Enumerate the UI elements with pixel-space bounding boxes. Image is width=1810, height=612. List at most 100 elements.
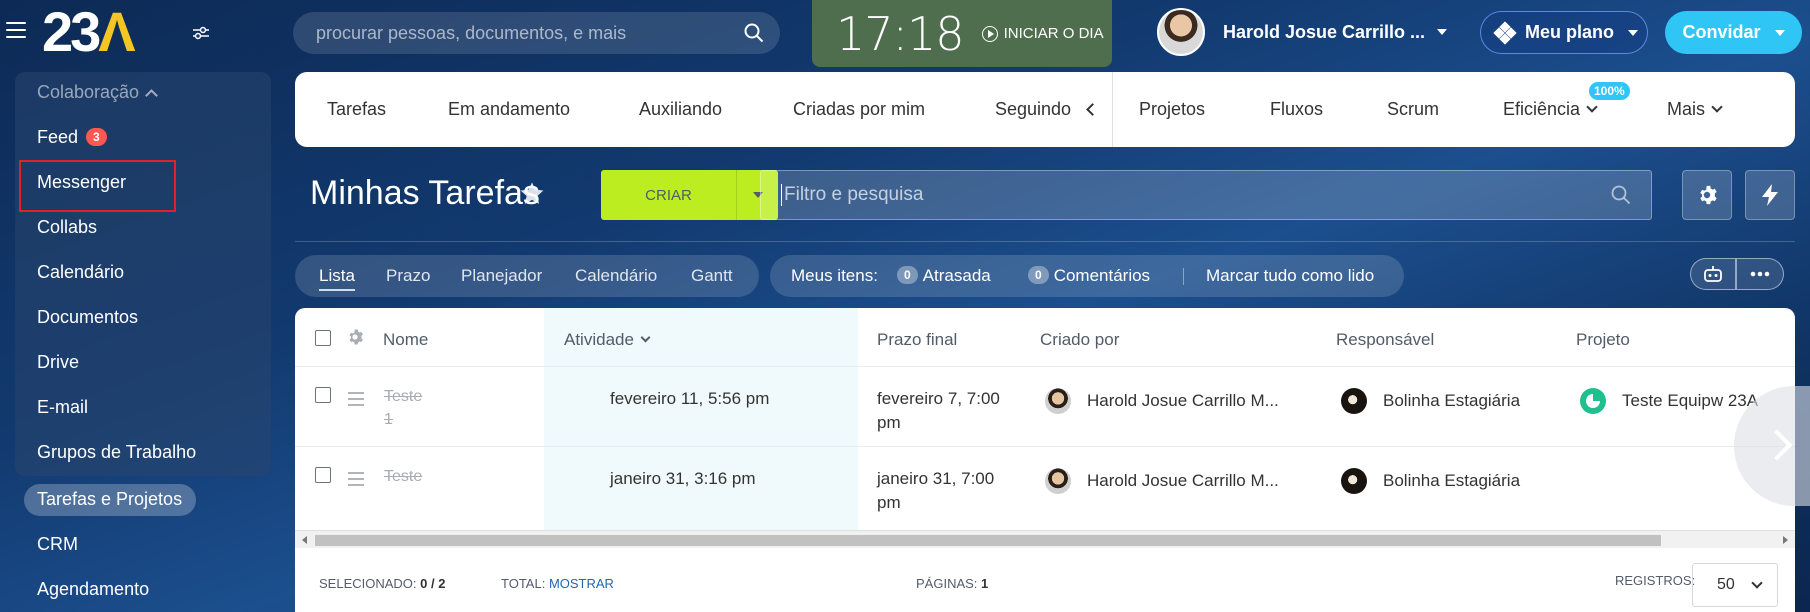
sidebar-group-header[interactable]: Colaboração [37,82,158,103]
scrollbar-thumb[interactable] [315,535,1661,546]
search-icon[interactable] [744,23,764,43]
task-project[interactable]: Teste Equipw 23A [1622,389,1758,413]
tasks-navbar: Tarefas Em andamento Auxiliando Criadas … [295,72,1795,147]
mark-all-read-link[interactable]: Marcar tudo como lido [1206,266,1374,286]
avatar[interactable] [1045,468,1071,494]
drag-handle-icon[interactable] [348,472,364,490]
row-checkbox[interactable] [315,467,331,483]
sidebar-item-tasks-projects[interactable]: Tarefas e Projetos [37,489,182,510]
chevron-down-icon [640,332,651,343]
sidebar-item-crm[interactable]: CRM [37,534,78,555]
records-label: REGISTROS: [1615,573,1696,588]
records-per-page-select[interactable]: 50 [1692,563,1778,607]
global-search[interactable]: procurar pessoas, documentos, e mais [293,12,780,54]
task-activity: fevereiro 11, 5:56 pm [610,389,770,408]
automation-button[interactable] [1745,170,1795,220]
tab-following[interactable]: Seguindo [995,99,1071,120]
tab-tasks[interactable]: Tarefas [327,99,386,120]
tab-flows[interactable]: Fluxos [1270,99,1323,120]
task-name[interactable]: Teste [384,385,422,408]
highlight-annotation [19,160,176,212]
star-icon[interactable] [518,180,546,208]
tab-efficiency[interactable]: Eficiência [1503,99,1598,120]
view-tab-gantt[interactable]: Gantt [691,266,733,286]
row-checkbox[interactable] [315,387,331,403]
tab-projects[interactable]: Projetos [1139,99,1205,120]
clock-time: 17:18 [836,6,965,61]
task-responsible[interactable]: Bolinha Estagiária [1383,389,1520,413]
chevron-down-icon [1751,577,1763,589]
feed-badge: 3 [86,128,107,146]
selected-count: SELECIONADO: 0 / 2 [319,576,446,591]
caret-down-icon [1774,29,1785,36]
task-creator[interactable]: Harold Josue Carrillo M... [1087,469,1279,493]
column-header-deadline[interactable]: Prazo final [877,330,957,350]
workday-clock[interactable]: 17:18 INICIAR O DIA [812,0,1112,67]
tab-scrum[interactable]: Scrum [1387,99,1439,120]
avatar[interactable] [1045,388,1071,414]
global-search-input[interactable]: procurar pessoas, documentos, e mais [316,23,744,44]
column-header-name[interactable]: Nome [383,330,428,350]
invite-button[interactable]: Convidar [1665,11,1802,54]
tab-in-progress[interactable]: Em andamento [448,99,570,120]
task-creator[interactable]: Harold Josue Carrillo M... [1087,389,1279,413]
menu-icon[interactable] [6,22,26,38]
filter-search-input[interactable]: Filtro e pesquisa [760,170,1652,220]
settings-sliders-icon[interactable] [192,26,210,40]
sidebar-item-feed[interactable]: Feed 3 [37,127,107,148]
create-button[interactable]: CRIAR [601,170,778,220]
comments-counter[interactable]: 0 Comentários [1028,266,1150,286]
select-all-checkbox[interactable] [315,330,331,346]
sidebar-item-email[interactable]: E-mail [37,397,88,418]
counters-bar: Meus itens: 0 Atrasada 0 Comentários Marca… [770,255,1404,297]
task-deadline-cont[interactable]: pm [877,411,901,435]
scroll-right-icon[interactable] [1783,536,1788,544]
horizontal-scrollbar[interactable] [295,530,1795,548]
avatar[interactable] [1157,8,1205,56]
task-name[interactable]: Teste [384,465,422,488]
view-tab-deadline[interactable]: Prazo [386,266,430,286]
tab-assisting[interactable]: Auxiliando [639,99,722,120]
app-logo[interactable]: 23Λ [42,2,136,62]
start-day-button[interactable]: INICIAR O DIA [981,25,1104,42]
column-header-responsible[interactable]: Responsável [1336,330,1434,350]
task-responsible[interactable]: Bolinha Estagiária [1383,469,1520,493]
sidebar-item-calendar[interactable]: Calendário [37,262,124,283]
scroll-left-icon[interactable] [302,536,307,544]
counters-label: Meus itens: [791,266,878,285]
sidebar-item-drive[interactable]: Drive [37,352,79,373]
my-plan-button[interactable]: Meu plano [1480,11,1648,54]
column-header-project[interactable]: Projeto [1576,330,1630,350]
view-tab-planner[interactable]: Planejador [461,266,542,286]
project-icon [1580,388,1606,414]
user-menu[interactable]: Harold Josue Carrillo ... [1157,7,1448,57]
search-icon[interactable] [1611,185,1631,205]
task-name-cont[interactable]: 1 [384,408,393,431]
sidebar-item-documents[interactable]: Documentos [37,307,138,328]
play-icon [981,25,998,42]
task-deadline-cont[interactable]: pm [877,491,901,515]
task-deadline[interactable]: janeiro 31, 7:00 [877,467,994,491]
column-header-created-by[interactable]: Criado por [1040,330,1119,350]
sidebar-item-collabs[interactable]: Collabs [37,217,97,238]
overdue-counter[interactable]: 0 Atrasada [897,266,991,286]
tab-more[interactable]: Mais [1667,99,1723,120]
view-tab-calendar[interactable]: Calendário [575,266,657,286]
sidebar-item-workgroups[interactable]: Grupos de Trabalho [37,442,196,463]
gear-icon[interactable] [346,328,364,346]
view-tab-list[interactable]: Lista [319,266,355,291]
more-options-button[interactable] [1736,258,1784,290]
settings-button[interactable] [1682,170,1732,220]
task-deadline[interactable]: fevereiro 7, 7:00 [877,387,1000,411]
avatar[interactable] [1341,388,1367,414]
user-name[interactable]: Harold Josue Carrillo ... [1223,22,1425,43]
tab-created-by-me[interactable]: Criadas por mim [793,99,925,120]
chevron-left-icon[interactable] [1086,103,1099,116]
column-header-activity[interactable]: Atividade [564,330,651,350]
caret-down-icon[interactable] [1437,29,1448,35]
sidebar-item-scheduling[interactable]: Agendamento [37,579,149,600]
drag-handle-icon[interactable] [348,392,364,410]
avatar[interactable] [1341,468,1367,494]
robot-button[interactable] [1690,258,1736,290]
show-total-link[interactable]: MOSTRAR [549,576,614,591]
